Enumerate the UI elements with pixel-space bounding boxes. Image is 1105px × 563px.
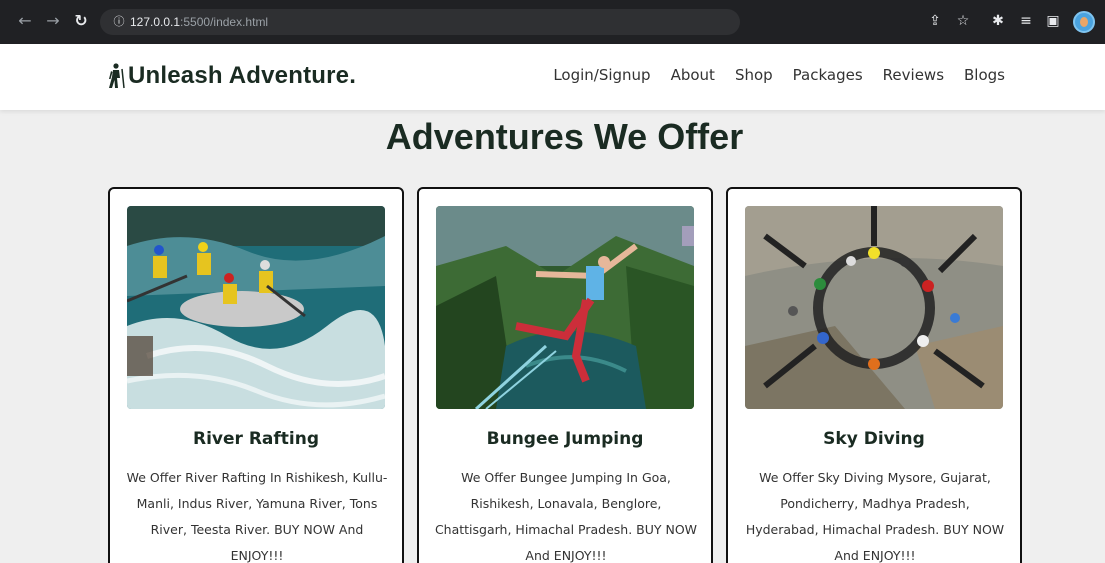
- brand-name: Unleash Adventure.: [128, 62, 357, 89]
- share-icon[interactable]: ⇪: [925, 11, 945, 31]
- url-text[interactable]: 127.0.0.1:5500/index.html: [130, 14, 268, 30]
- bungee-jumping-photo: [436, 206, 694, 409]
- nav-shop[interactable]: Shop: [735, 66, 773, 84]
- sky-diving-photo: [745, 206, 1003, 409]
- card-sky-diving[interactable]: Sky Diving We Offer Sky Diving Mysore, G…: [726, 187, 1022, 563]
- card-title: River Rafting: [192, 429, 319, 449]
- river-rafting-photo: [127, 206, 385, 409]
- card-river-rafting[interactable]: River Rafting We Offer River Rafting In …: [108, 187, 404, 563]
- card-title: Bungee Jumping: [486, 429, 644, 449]
- reading-list-icon[interactable]: ≡: [1016, 11, 1036, 31]
- card-description: We Offer River Rafting In Rishikesh, Kul…: [126, 470, 388, 563]
- card-bungee-jumping[interactable]: Bungee Jumping We Offer Bungee Jumping I…: [417, 187, 713, 563]
- hiker-icon: [109, 63, 125, 89]
- arrow-right-icon[interactable]: →: [42, 10, 64, 32]
- nav-login-signup[interactable]: Login/Signup: [553, 66, 650, 84]
- browser-toolbar: ← → ↻ ⓘ 127.0.0.1:5500/index.html ⇪ ☆ ✱ …: [0, 0, 1105, 44]
- profile-avatar[interactable]: [1073, 11, 1095, 33]
- address-bar[interactable]: ⓘ 127.0.0.1:5500/index.html: [100, 9, 740, 35]
- nav-about[interactable]: About: [671, 66, 715, 84]
- side-panel-icon[interactable]: ▣: [1043, 11, 1063, 31]
- brand-logo[interactable]: Unleash Adventure.: [106, 62, 356, 90]
- arrow-left-icon[interactable]: ←: [14, 10, 36, 32]
- card-description: We Offer Sky Diving Mysore, Gujarat, Pon…: [745, 470, 1005, 563]
- bookmark-star-icon[interactable]: ☆: [953, 11, 973, 31]
- card-title: Sky Diving: [823, 429, 925, 449]
- site-header: Unleash Adventure. Login/Signup About Sh…: [0, 44, 1105, 110]
- main-nav: Login/Signup About Shop Packages Reviews…: [553, 66, 1005, 84]
- extensions-puzzle-icon[interactable]: ✱: [988, 11, 1008, 31]
- page-title: Adventures We Offer: [385, 116, 744, 157]
- nav-packages[interactable]: Packages: [793, 66, 863, 84]
- reload-icon[interactable]: ↻: [70, 10, 92, 32]
- nav-reviews[interactable]: Reviews: [883, 66, 944, 84]
- card-description: We Offer Bungee Jumping In Goa, Rishikes…: [434, 470, 698, 563]
- nav-blogs[interactable]: Blogs: [964, 66, 1005, 84]
- site-info-icon[interactable]: ⓘ: [110, 13, 128, 31]
